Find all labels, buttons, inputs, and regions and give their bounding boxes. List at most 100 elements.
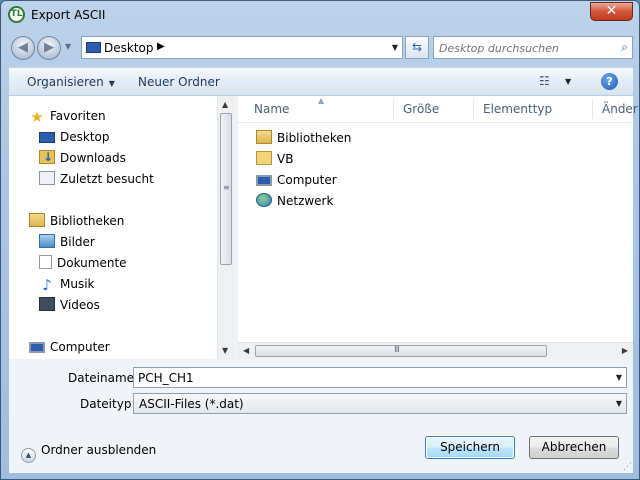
- breadcrumb-chevron-icon[interactable]: ▶: [157, 41, 165, 52]
- scroll-grip-label: III: [394, 345, 400, 355]
- app-icon: TL: [8, 6, 25, 23]
- forward-button[interactable]: ▶: [37, 36, 61, 60]
- music-icon: ♪: [42, 276, 52, 294]
- nav-item-recent-places[interactable]: Zuletzt besucht: [39, 169, 154, 189]
- help-icon[interactable]: ?: [601, 73, 618, 90]
- nav-item-videos[interactable]: Videos: [39, 295, 100, 315]
- address-dropdown-icon[interactable]: ▼: [392, 43, 398, 52]
- view-options-icon[interactable]: ☷: [539, 74, 550, 88]
- cancel-button[interactable]: Abbrechen: [529, 436, 619, 459]
- search-input[interactable]: [439, 40, 607, 56]
- list-item-name: Computer: [277, 173, 337, 187]
- view-dropdown-icon[interactable]: ▼: [565, 77, 571, 86]
- nav-item-documents[interactable]: Dokumente: [39, 253, 127, 273]
- column-divider[interactable]: [393, 99, 394, 119]
- pictures-icon: [39, 234, 55, 248]
- filename-label: Dateiname:: [68, 371, 139, 385]
- file-list-pane: ▲ Name Größe Elementtyp Änder Bibliothek…: [238, 96, 638, 359]
- nav-item-computer[interactable]: Computer: [29, 337, 110, 357]
- navigation-pane: ★ Favoriten Desktop Downloads Zuletzt bes…: [9, 96, 234, 359]
- save-options-panel: Dateiname: ▼ Dateityp: ASCII-Files (*.da…: [9, 359, 633, 473]
- nav-item-desktop[interactable]: Desktop: [39, 127, 110, 147]
- search-icon[interactable]: ⌕: [621, 40, 628, 55]
- videos-icon: [39, 297, 55, 311]
- list-item-name: Netzwerk: [277, 194, 334, 208]
- desktop-icon: [39, 132, 55, 143]
- address-bar[interactable]: Desktop ▶ ▼: [81, 36, 403, 59]
- nav-item-label: Zuletzt besucht: [60, 172, 154, 186]
- back-button[interactable]: ◀: [11, 36, 35, 60]
- file-list-scrollbar[interactable]: ◀ III ▶: [238, 342, 633, 359]
- nav-item-label: Downloads: [60, 151, 126, 165]
- chevron-down-icon: ▼: [108, 79, 115, 88]
- nav-item-label: Dokumente: [57, 256, 127, 270]
- network-icon: [256, 193, 272, 207]
- filetype-label: Dateityp:: [80, 397, 136, 411]
- scroll-right-icon[interactable]: ▶: [622, 346, 628, 355]
- list-item-name: Bibliotheken: [277, 131, 352, 145]
- folder-icon: [256, 151, 272, 165]
- filetype-selected-value: ASCII-Files (*.dat): [139, 397, 244, 411]
- browser-body: ★ Favoriten Desktop Downloads Zuletzt bes…: [9, 96, 638, 359]
- nav-item-libraries[interactable]: Bibliotheken: [29, 211, 124, 231]
- nav-item-label: Favoriten: [50, 109, 106, 123]
- nav-item-downloads[interactable]: Downloads: [39, 147, 126, 168]
- list-item[interactable]: Computer: [256, 170, 337, 190]
- command-bar: Organisieren ▼ Neuer Ordner ☷ ▼ ?: [9, 67, 633, 96]
- libraries-icon: [256, 130, 272, 144]
- close-button[interactable]: ✕: [590, 2, 633, 21]
- nav-item-label: Bibliotheken: [50, 214, 125, 228]
- filename-input[interactable]: [138, 370, 598, 385]
- list-item[interactable]: Bibliotheken: [256, 128, 351, 148]
- column-divider[interactable]: [592, 99, 593, 119]
- filename-combobox[interactable]: ▼: [133, 367, 627, 388]
- new-folder-button[interactable]: Neuer Ordner: [138, 75, 220, 89]
- nav-item-label: Videos: [60, 298, 100, 312]
- scroll-down-icon[interactable]: ▼: [222, 346, 228, 355]
- column-header-row: ▲ Name Größe Elementtyp Änder: [238, 96, 638, 123]
- computer-icon: [256, 175, 272, 186]
- nav-pane-scroll-thumb[interactable]: ≡: [220, 113, 232, 265]
- file-list-scroll-thumb[interactable]: III: [255, 345, 547, 357]
- window-title: Export ASCII: [31, 8, 106, 22]
- column-header-modified[interactable]: Änder: [602, 102, 638, 116]
- nav-item-label: Computer: [50, 340, 110, 354]
- column-header-size[interactable]: Größe: [403, 102, 439, 116]
- column-divider[interactable]: [473, 99, 474, 119]
- chevron-up-icon: ▲: [21, 448, 36, 463]
- column-header-name[interactable]: Name: [254, 102, 289, 116]
- address-crumb-desktop[interactable]: Desktop: [104, 41, 154, 55]
- downloads-icon: [39, 147, 55, 167]
- search-box[interactable]: ⌕: [433, 36, 633, 59]
- filename-dropdown-icon[interactable]: ▼: [616, 373, 622, 382]
- hide-folders-toggle[interactable]: ▲ Ordner ausblenden: [21, 443, 157, 463]
- nav-item-pictures[interactable]: Bilder: [39, 232, 95, 252]
- save-button[interactable]: Speichern: [425, 436, 515, 459]
- nav-item-label: Bilder: [60, 235, 95, 249]
- recent-pages-dropdown-icon[interactable]: ▼: [65, 42, 71, 51]
- list-item[interactable]: VB: [256, 149, 293, 169]
- scroll-left-icon[interactable]: ◀: [243, 346, 249, 355]
- nav-item-favorites[interactable]: ★ Favoriten: [29, 106, 106, 126]
- export-dialog: TL Export ASCII ✕ ◀ ▶ ▼ Desktop ▶ ▼ ⇆ ⌕ …: [0, 0, 640, 480]
- scroll-up-icon[interactable]: ▲: [222, 100, 228, 109]
- star-icon: ★: [30, 108, 44, 126]
- organize-button[interactable]: Organisieren ▼: [27, 75, 115, 89]
- sort-ascending-icon: ▲: [318, 96, 325, 105]
- desktop-icon: [86, 42, 101, 53]
- filetype-select[interactable]: ASCII-Files (*.dat) ▼: [133, 393, 627, 414]
- address-row: ◀ ▶ ▼ Desktop ▶ ▼ ⇆ ⌕: [9, 33, 633, 61]
- list-item[interactable]: Netzwerk: [256, 191, 333, 211]
- resize-grip-icon[interactable]: ⋰: [623, 462, 632, 472]
- title-bar: TL Export ASCII ✕: [1, 1, 639, 27]
- filetype-dropdown-icon[interactable]: ▼: [616, 399, 622, 408]
- refresh-button[interactable]: ⇆: [405, 36, 429, 59]
- hide-folders-label: Ordner ausblenden: [41, 443, 157, 457]
- libraries-icon: [29, 213, 45, 227]
- column-header-type[interactable]: Elementtyp: [483, 102, 552, 116]
- nav-pane-scrollbar[interactable]: ▲ ≡ ▼: [217, 96, 234, 359]
- scroll-grip-icon: ≡: [223, 183, 230, 192]
- organize-label: Organisieren: [27, 75, 104, 89]
- nav-item-music[interactable]: ♪ Musik: [39, 274, 94, 294]
- recent-places-icon: [39, 171, 55, 185]
